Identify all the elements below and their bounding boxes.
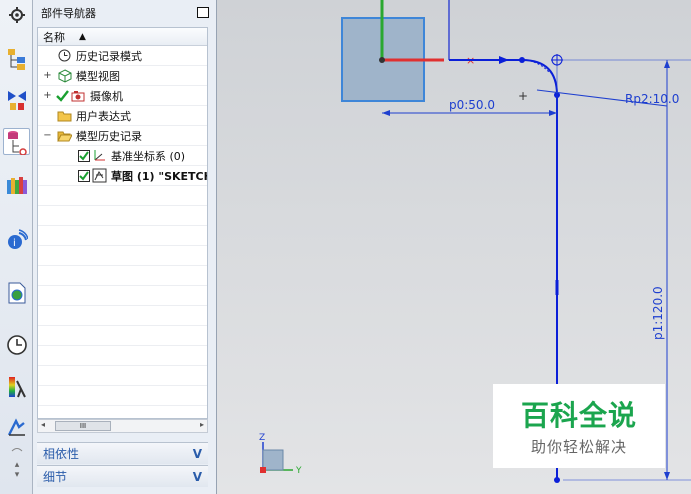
collapse-icon[interactable]: − (43, 130, 52, 141)
reuse-library-icon[interactable] (3, 171, 30, 198)
arrow-marker (499, 56, 509, 64)
maximize-button[interactable] (197, 7, 209, 18)
expand-icon[interactable]: + (43, 90, 52, 101)
plus-marker: + (518, 89, 528, 103)
folder-icon (57, 108, 72, 123)
tree-node-label: 基准坐标系 (0) (111, 149, 186, 163)
camera-icon (70, 88, 85, 103)
history-clock-icon[interactable] (3, 331, 30, 358)
empty-row (38, 206, 207, 226)
empty-row (38, 286, 207, 306)
scroll-thumb[interactable]: III (55, 421, 111, 431)
expand-icon[interactable]: + (43, 70, 52, 81)
watermark-title: 百科全说 (520, 399, 637, 432)
dimension-p1[interactable]: p1:120.0 (651, 286, 665, 340)
scroll-down-icon[interactable]: ▴ ▾ (11, 460, 23, 480)
empty-row (38, 186, 207, 206)
column-header-label: 名称 (43, 30, 65, 44)
details-panel[interactable]: 细节 V (37, 465, 208, 487)
dimension-rp2[interactable]: Rp2:10.0 (625, 92, 679, 106)
tree-node-label: 用户表达式 (76, 109, 131, 123)
triad-origin (260, 467, 266, 473)
sort-ascending-icon: ▲ (79, 31, 86, 42)
assembly-navigator-icon[interactable] (3, 45, 30, 72)
sketch-icon (92, 168, 107, 183)
tree-node-model-views[interactable]: + 模型视图 (38, 66, 207, 86)
empty-row (38, 326, 207, 346)
tree-node-label: 历史记录模式 (76, 49, 142, 63)
tree-node-label: 模型历史记录 (76, 129, 142, 143)
tree-node-history-mode[interactable]: 历史记录模式 (38, 46, 207, 66)
system-materials-icon[interactable] (3, 373, 30, 400)
watermark-logo: 百科全说 助你轻松解决 (493, 384, 665, 468)
empty-row (38, 306, 207, 326)
scroll-right-icon[interactable]: ▸ (200, 420, 204, 429)
end-point[interactable] (554, 477, 560, 483)
settings-gear-icon[interactable] (3, 1, 30, 28)
column-header-name[interactable]: 名称 ▲ (38, 28, 207, 46)
tree-node-datum-csys[interactable]: 基准坐标系 (0) (38, 146, 207, 166)
hd3d-tools-icon[interactable]: i (3, 226, 30, 253)
datum-origin (379, 57, 385, 63)
tree-node-label: 摄像机 (90, 89, 123, 103)
tree-node-label: 模型视图 (76, 69, 120, 83)
tree-node-sketch[interactable]: 草图 (1) "SKETCH (38, 166, 207, 186)
empty-row (38, 246, 207, 266)
folder-open-icon (57, 128, 72, 143)
datum-csys-icon (92, 148, 107, 163)
visibility-checkbox[interactable] (78, 169, 90, 182)
panel-title: 部件导航器 (41, 7, 96, 20)
constraint-navigator-icon[interactable] (3, 86, 30, 113)
part-navigator-panel: 部件导航器 名称 ▲ 历史记录模式 + 模型视图 + 摄像机 用户表达式 − 模… (33, 0, 217, 494)
model-views-icon (57, 68, 72, 83)
empty-row (38, 386, 207, 406)
empty-row (38, 266, 207, 286)
empty-row (38, 346, 207, 366)
tree-node-model-history[interactable]: − 模型历史记录 (38, 126, 207, 146)
svg-text:i: i (13, 238, 16, 249)
tangent-point[interactable] (519, 57, 525, 63)
tree-node-label: 草图 (1) "SKETCH (111, 169, 208, 183)
dimension-p0[interactable]: p0:50.0 (449, 98, 495, 112)
resource-bar: i ▴ ▾ (0, 0, 33, 494)
horizontal-scrollbar[interactable]: ◂ III ▸ (37, 419, 208, 433)
web-browser-icon[interactable] (3, 279, 30, 306)
chevron-down-icon[interactable]: V (193, 447, 202, 461)
chevron-down-icon[interactable]: V (193, 470, 202, 484)
clock-icon (57, 48, 72, 63)
watermark-subtitle: 助你轻松解决 (530, 438, 627, 456)
more-arrow-icon[interactable] (11, 443, 23, 452)
triad-y-label: Y (295, 466, 302, 476)
panel-label: 相依性 (43, 447, 80, 461)
empty-row (38, 366, 207, 386)
green-check-icon (55, 88, 70, 103)
tree-node-cameras[interactable]: + 摄像机 (38, 86, 207, 106)
scroll-left-icon[interactable]: ◂ (41, 420, 45, 429)
tree-node-user-expressions[interactable]: 用户表达式 (38, 106, 207, 126)
empty-row (38, 226, 207, 246)
part-navigator-icon[interactable] (3, 128, 30, 155)
triad-z-label: Z (259, 433, 265, 443)
process-studio-icon[interactable] (3, 414, 30, 441)
dependencies-panel[interactable]: 相依性 V (37, 442, 208, 464)
visibility-checkbox[interactable] (78, 149, 90, 162)
panel-label: 细节 (43, 470, 68, 484)
navigator-tree: 名称 ▲ 历史记录模式 + 模型视图 + 摄像机 用户表达式 − 模型历史记录 … (37, 27, 208, 419)
